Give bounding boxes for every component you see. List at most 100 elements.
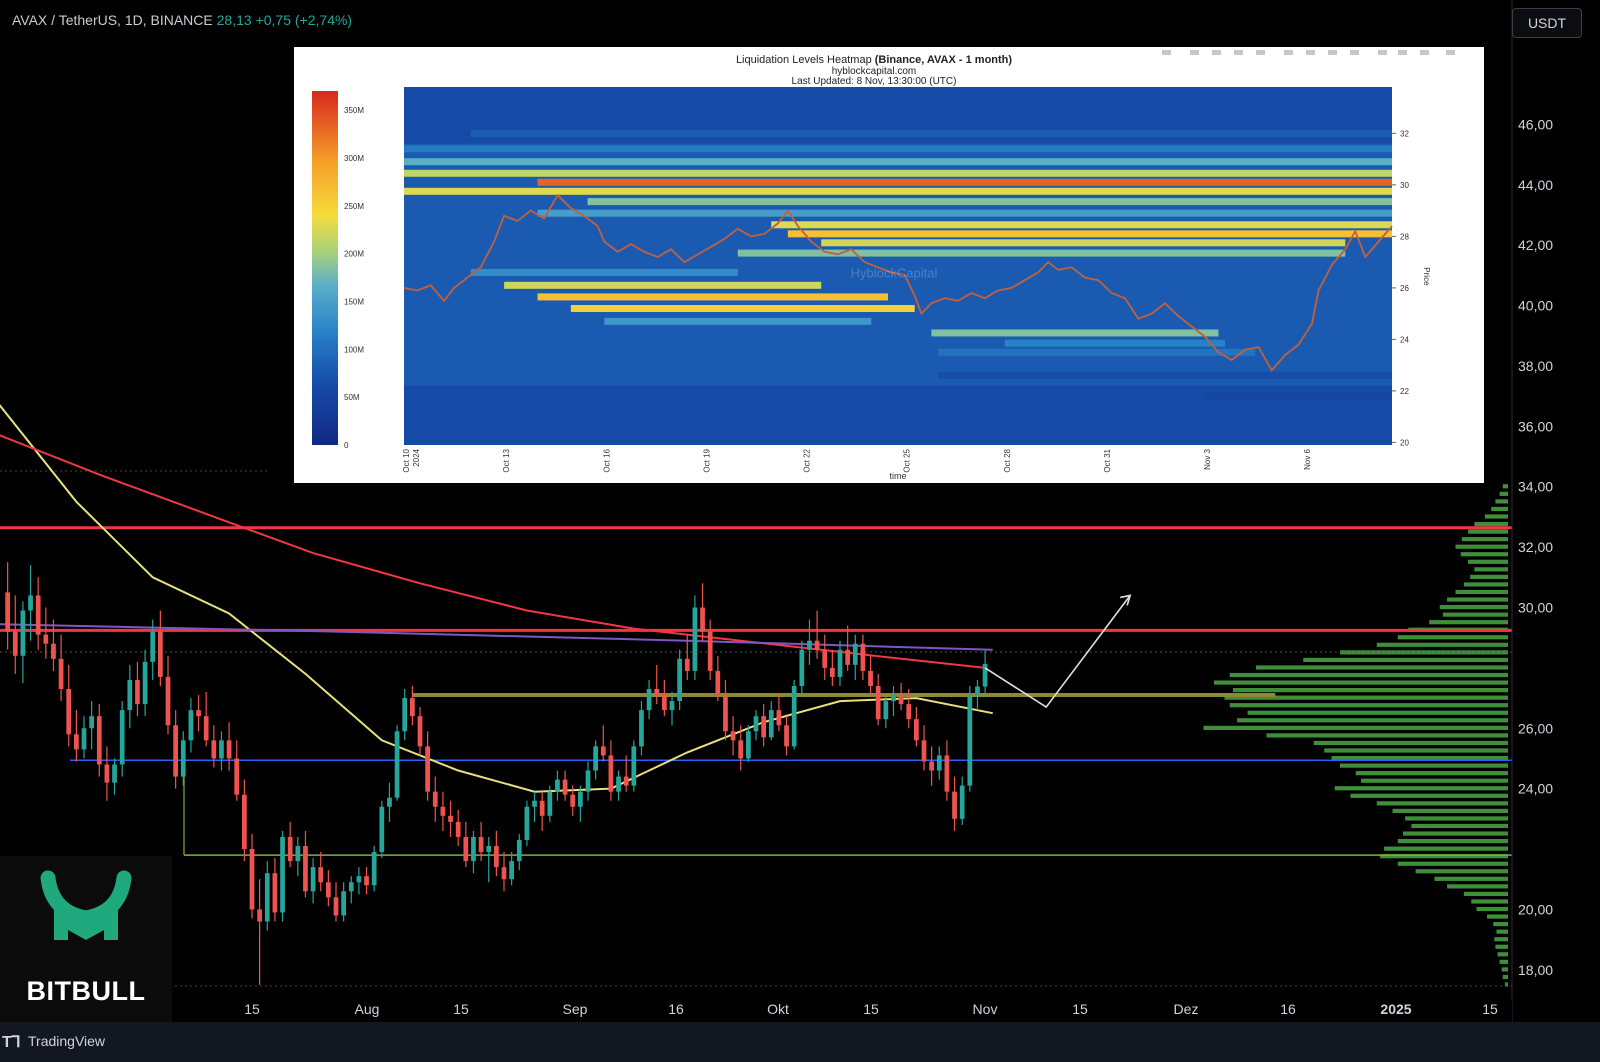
candle-body	[66, 689, 72, 735]
modebar-icon	[1420, 50, 1429, 55]
liquidation-band	[470, 129, 1392, 137]
candle-body	[929, 761, 935, 771]
candle-body	[28, 595, 33, 611]
currency-button[interactable]: USDT	[1512, 8, 1582, 38]
candle-body	[860, 643, 866, 671]
candle-body	[409, 698, 415, 717]
candle-body	[165, 676, 171, 726]
price-tick-label: 44,00	[1518, 177, 1553, 193]
candle-body	[516, 839, 522, 862]
heatmap-x-tick-label: Oct 16	[602, 448, 611, 472]
candle-body	[684, 658, 690, 671]
candle-body	[287, 836, 293, 862]
candle-body	[272, 873, 278, 913]
heatmap-y-axis-label: Price	[1422, 267, 1431, 286]
heatmap-y-tick-label: 28	[1400, 232, 1409, 241]
volume-profile-bar	[1487, 914, 1508, 919]
candle-body	[387, 797, 392, 807]
candle-body	[402, 698, 408, 732]
candle-body	[478, 836, 484, 853]
volume-profile-bar	[1324, 748, 1508, 753]
volume-profile-bar	[1495, 499, 1508, 504]
tradingview-logo-icon[interactable]: T⅂	[2, 1032, 21, 1052]
candle-body	[96, 716, 102, 765]
price-tick-label: 46,00	[1518, 116, 1553, 132]
volume-profile-bar	[1501, 967, 1508, 972]
projection-path	[984, 594, 1131, 709]
candle-body	[371, 852, 377, 886]
candle-body	[883, 701, 889, 720]
heatmap-x-tick-label: Oct 22	[803, 448, 812, 472]
candle-body	[226, 740, 232, 759]
candle-body	[646, 689, 652, 711]
candle-body	[745, 731, 751, 759]
candle-body	[501, 867, 507, 880]
candle-body	[394, 731, 400, 798]
volume-profile-bar	[1256, 665, 1508, 670]
candle-body	[35, 595, 41, 635]
candle-body	[203, 716, 209, 741]
volume-profile-bar	[1434, 876, 1508, 881]
candle-body	[944, 755, 950, 792]
symbol-header: AVAX / TetherUS, 1D, BINANCE 28,13 +0,75…	[12, 12, 352, 28]
price-tick-label: 26,00	[1518, 720, 1553, 736]
candle-body	[715, 670, 721, 696]
symbol-title[interactable]: AVAX / TetherUS, 1D, BINANCE	[12, 12, 213, 28]
bitbull-bull-icon	[40, 870, 132, 940]
liquidation-band	[404, 145, 1392, 153]
candle-body	[257, 909, 263, 922]
tradingview-label[interactable]: TradingView	[28, 1033, 105, 1049]
time-tick-label: 2025	[1380, 1001, 1411, 1017]
heatmap-x-tick-label: Nov 3	[1203, 448, 1212, 469]
price-axis-panel[interactable]	[1512, 0, 1600, 1022]
modebar-icon	[1378, 50, 1387, 55]
candle-body	[585, 770, 591, 792]
candle-body	[295, 846, 301, 862]
heatmap-x-tick-label: Oct 13	[502, 448, 511, 472]
liquidation-band	[1205, 392, 1392, 400]
price-axis[interactable]: 46,00 44,00 42,00 40,00 38,00 36,00 34,00 32,00…	[1511, 0, 1600, 1022]
volume-profile-bar	[1229, 672, 1508, 678]
modebar-icon	[1446, 50, 1455, 55]
candle-body	[280, 836, 285, 913]
candle-body	[891, 695, 896, 702]
time-tick-label: Dez	[1174, 1001, 1199, 1017]
candle-body	[593, 746, 599, 771]
candle-body	[135, 679, 140, 705]
liquidation-band	[537, 209, 1392, 217]
candle-body	[639, 710, 644, 747]
volume-profile	[1203, 484, 1508, 987]
heatmap-y-tick-label: 24	[1400, 335, 1409, 344]
price-change: +0,75 (+2,74%)	[255, 12, 353, 28]
modebar-icon	[1398, 50, 1407, 55]
volume-profile-bar	[1468, 529, 1508, 534]
modebar-icon	[1350, 50, 1359, 55]
time-axis[interactable]: 15 Aug 15 Sep 16 Okt 15 Nov 15 Dez 16 2025 15	[0, 1000, 1512, 1022]
candle-body	[43, 634, 49, 644]
volume-profile-bar	[1494, 937, 1508, 942]
candle-body	[631, 746, 637, 786]
candle-body	[356, 876, 362, 883]
candle-body	[829, 667, 835, 677]
candle-body	[868, 670, 873, 686]
candle-body	[845, 649, 851, 665]
candle-body	[982, 663, 988, 687]
candle-body	[921, 740, 927, 762]
candle-body	[570, 794, 576, 807]
heatmap-y-tick-label: 26	[1400, 284, 1409, 293]
candle-body	[5, 592, 11, 632]
time-tick-label: Aug	[355, 1001, 380, 1017]
price-tick-label: 20,00	[1518, 901, 1553, 917]
liquidation-band	[537, 293, 888, 301]
liquidation-band	[404, 169, 1392, 177]
volume-profile-bar	[1474, 521, 1508, 527]
candle-body	[616, 776, 621, 792]
candle-body	[127, 679, 133, 711]
last-price: 28,13	[216, 12, 252, 28]
candle-body	[325, 882, 331, 898]
candle-body	[807, 640, 812, 650]
heatmap-x-tick-label: Oct 28	[1003, 448, 1012, 472]
heatmap-x-axis-label: time	[889, 471, 906, 481]
candle-body	[318, 867, 324, 883]
candle-body	[219, 740, 224, 759]
